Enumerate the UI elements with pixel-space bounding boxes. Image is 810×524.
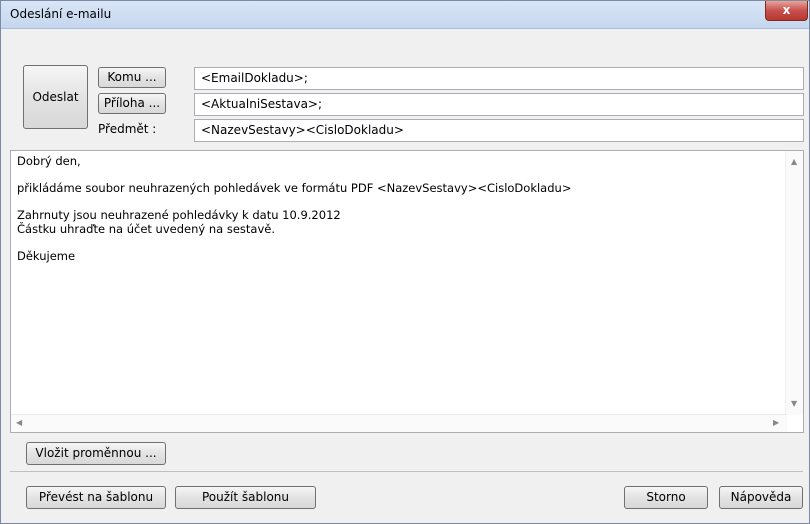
convert-to-template-button[interactable]: Převést na šablonu <box>26 486 166 509</box>
use-template-label: Použít šablonu <box>201 490 290 504</box>
subject-label: Předmět : <box>98 122 157 136</box>
vertical-scrollbar[interactable]: ▲ ▼ <box>785 151 803 415</box>
to-button-label: Komu ... <box>107 70 157 84</box>
scroll-right-arrow-icon[interactable]: ▶ <box>773 418 779 427</box>
use-template-button[interactable]: Použít šablonu <box>175 486 316 509</box>
to-field[interactable]: <EmailDokladu>; <box>194 67 804 90</box>
horizontal-scrollbar[interactable]: ◀ ▶ <box>11 414 787 432</box>
scroll-down-arrow-icon[interactable]: ▼ <box>791 399 797 408</box>
scroll-up-arrow-icon[interactable]: ▲ <box>791 157 797 166</box>
subject-field[interactable]: <NazevSestavy><CisloDokladu> <box>194 119 804 142</box>
attachment-button-label: Příloha ... <box>103 96 161 110</box>
message-body-editor[interactable]: Dobrý den, přikládáme soubor neuhrazenýc… <box>10 150 804 433</box>
to-button[interactable]: Komu ... <box>98 67 166 88</box>
help-label: Nápověda <box>730 490 792 504</box>
cancel-button[interactable]: Storno <box>624 486 708 509</box>
attachment-button[interactable]: Příloha ... <box>98 93 166 114</box>
attachment-field[interactable]: <AktualniSestava>; <box>194 93 804 116</box>
help-button[interactable]: Nápověda <box>719 486 803 509</box>
scroll-left-arrow-icon[interactable]: ◀ <box>16 418 22 427</box>
insert-variable-button[interactable]: Vložit proměnnou ... <box>26 442 166 465</box>
email-dialog: Odeslání e-mailu x Odeslat Komu ... <Ema… <box>0 0 810 524</box>
window-title: Odeslání e-mailu <box>10 7 112 21</box>
convert-to-template-label: Převést na šablonu <box>38 490 154 504</box>
message-body-text: Dobrý den, přikládáme soubor neuhrazenýc… <box>17 154 572 263</box>
cancel-label: Storno <box>646 490 686 504</box>
separator <box>10 471 803 472</box>
title-bar: Odeslání e-mailu x <box>1 1 809 29</box>
insert-variable-label: Vložit proměnnou ... <box>35 446 157 460</box>
send-button[interactable]: Odeslat <box>23 65 88 129</box>
close-button[interactable]: x <box>765 1 808 21</box>
send-button-label: Odeslat <box>32 90 79 104</box>
